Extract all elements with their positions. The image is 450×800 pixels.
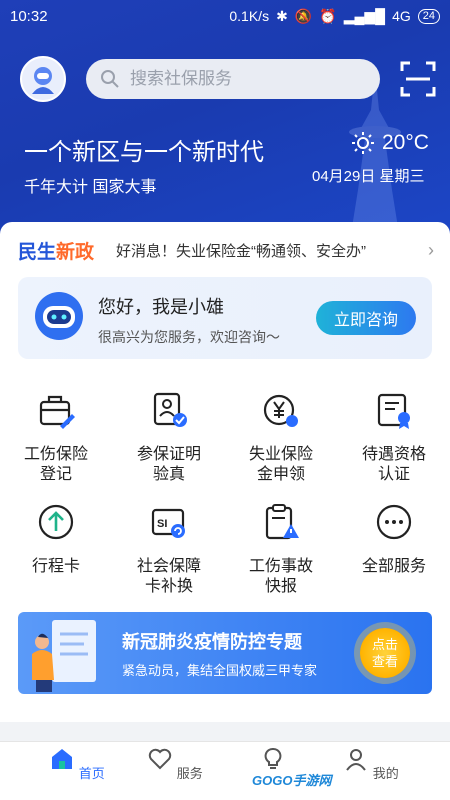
heart-hand-icon — [148, 748, 172, 770]
search-icon — [101, 70, 119, 88]
service-label-line2: 认证 — [377, 466, 410, 483]
hero-headline: 一个新区与一个新时代 — [24, 139, 264, 166]
banner-view-button[interactable]: 点击 查看 — [360, 628, 410, 678]
service-item-work-injury-report[interactable]: 工伤事故 快报 — [225, 502, 337, 597]
tab-label: 我的 — [372, 766, 399, 781]
service-item-social-security-card[interactable]: SI 社会保障卡补换 — [113, 502, 225, 597]
policy-tag: 民生新政 — [18, 237, 94, 264]
search-bar[interactable] — [86, 59, 380, 99]
assistant-subtitle: 很高兴为您服务，欢迎咨询～ — [98, 329, 280, 345]
service-item-eligibility-certification[interactable]: 待遇资格 认证 — [338, 390, 450, 485]
tab-home[interactable]: 首页 — [32, 746, 122, 782]
certificate-icon — [377, 393, 410, 429]
home-icon — [52, 749, 73, 769]
consult-button[interactable]: 立即咨询 — [316, 301, 416, 335]
service-item-travel-card[interactable]: 行程卡 — [0, 502, 112, 577]
service-label-line1: 全部服务 — [361, 558, 426, 575]
service-item-unemployment-benefit[interactable]: 失业保险 金申领 — [225, 390, 337, 485]
service-label-line2: 金申领 — [256, 466, 305, 483]
status-bar: 10:32 0.1K/s ✱ 🔕 ⏰ ▂▄▆█ 4G 24 — [0, 0, 450, 32]
avatar[interactable] — [20, 56, 66, 102]
covid-topic-banner[interactable]: 新冠肺炎疫情防控专题 紧急动员，集结全国权威三甲专家 点击 查看 — [18, 612, 432, 694]
service-item-all-services[interactable]: 全部服务 — [338, 502, 450, 577]
service-label-line1: 待遇资格 — [361, 446, 426, 463]
tab-services[interactable]: 服务 — [130, 746, 220, 782]
main-card: 民生新政 好消息！失业保险金“畅通领、安全办” › 您好，我是小雄 很高兴为您服… — [0, 222, 450, 722]
svg-text:SI: SI — [157, 518, 167, 530]
service-label-line2: 快报 — [264, 578, 297, 595]
scan-icon[interactable] — [400, 61, 436, 97]
service-label-line2: 登记 — [39, 466, 72, 483]
service-label-line1: 社会保障 — [136, 558, 201, 575]
sun-icon — [352, 132, 374, 154]
clipboard-warning-icon — [265, 504, 299, 540]
briefcase-pen-icon — [39, 395, 75, 429]
hero-banner — [0, 0, 450, 236]
mute-icon: 🔕 — [294, 7, 313, 24]
banner-cta-line1: 点击 — [371, 637, 398, 652]
policy-news-bar[interactable]: 民生新政 好消息！失业保险金“畅通领、安全办” › — [0, 235, 450, 265]
date: 04月29日 星期三 — [312, 168, 425, 185]
banner-subtitle: 紧急动员，集结全国权威三甲专家 — [122, 663, 318, 678]
service-label-line1: 工伤保险 — [23, 446, 88, 463]
status-time: 10:32 — [10, 7, 48, 25]
temperature: 20°C — [382, 131, 429, 154]
watermark: GOGO手游网 — [252, 773, 332, 788]
network-speed: 0.1K/s — [229, 8, 270, 24]
battery-icon: 24 — [417, 8, 440, 24]
service-item-insurance-certificate[interactable]: 参保证明 验真 — [113, 390, 225, 485]
user-icon — [346, 749, 366, 771]
tab-label: 首页 — [78, 766, 105, 781]
hero-subline: 千年大计 国家大事 — [24, 179, 157, 196]
service-label-line1: 失业保险 — [248, 446, 313, 463]
policy-tag-part2: 新政 — [56, 241, 95, 263]
policy-tag-part1: 民生 — [18, 241, 57, 263]
banner-cta-line2: 查看 — [371, 654, 398, 669]
service-item-work-injury-registration[interactable]: 工伤保险 登记 — [0, 390, 112, 485]
banner-title: 新冠肺炎疫情防控专题 — [122, 632, 302, 652]
weather: 20°C — [352, 131, 429, 155]
tab-label: 服务 — [176, 766, 203, 781]
arrow-up-circle-icon — [38, 504, 74, 540]
chevron-right-icon[interactable]: › — [428, 240, 434, 261]
doctor-illustration — [32, 620, 96, 692]
service-label-line1: 工伤事故 — [248, 558, 313, 575]
signal-icon: ▂▄▆█ — [343, 7, 386, 24]
bluetooth-icon: ✱ — [276, 7, 288, 24]
more-dots-icon — [376, 504, 412, 540]
yen-coin-icon — [263, 394, 298, 427]
robot-assistant-icon — [35, 292, 83, 340]
assistant-card[interactable]: 您好，我是小雄 很高兴为您服务，欢迎咨询～ 立即咨询 — [18, 277, 432, 359]
search-input[interactable] — [130, 69, 350, 89]
service-label-line1: 参保证明 — [136, 446, 201, 463]
service-label-line2: 卡补换 — [144, 578, 193, 595]
tab-mine[interactable]: 我的 — [326, 746, 416, 782]
alarm-icon: ⏰ — [319, 7, 337, 24]
service-label-line1: 行程卡 — [31, 558, 80, 575]
policy-news-text[interactable]: 好消息！失业保险金“畅通领、安全办” — [116, 240, 366, 261]
network-type: 4G — [392, 8, 411, 24]
id-card-check-icon — [153, 392, 187, 427]
avatar-robot-icon — [32, 67, 54, 94]
bottom-tab-bar: 首页 服务 我的 — [0, 741, 450, 800]
service-label-line2: 验真 — [152, 466, 185, 483]
bulb-icon — [264, 748, 282, 769]
si-card-icon: SI — [151, 508, 185, 538]
assistant-greeting: 您好，我是小雄 — [98, 297, 224, 317]
